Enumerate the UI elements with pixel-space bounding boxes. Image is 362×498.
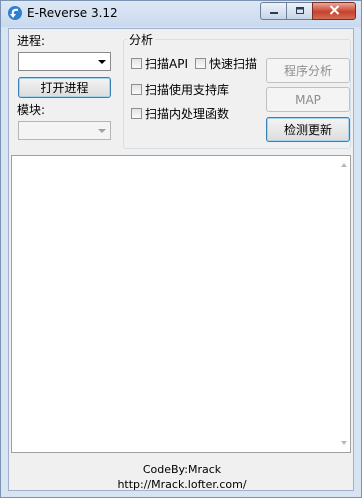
url-text: http://Mrack.lofter.com/ xyxy=(117,478,247,491)
scan-support-lib-label: 扫描使用支持库 xyxy=(145,83,230,97)
module-combo[interactable] xyxy=(18,121,111,140)
quick-scan-checkbox[interactable]: 快速扫描 xyxy=(195,55,257,72)
maximize-icon xyxy=(295,4,305,18)
title-bar[interactable]: E-Reverse 3.12 xyxy=(1,1,361,27)
scroll-up-arrow-icon[interactable] xyxy=(341,163,347,167)
map-button[interactable]: MAP xyxy=(266,87,350,112)
scan-support-lib-checkbox[interactable]: 扫描使用支持库 xyxy=(131,81,229,98)
scan-api-checkbox[interactable]: 扫描API xyxy=(131,55,188,72)
minimize-icon xyxy=(269,4,279,18)
client-area: 进程: 打开进程 模块: 分析 扫描API 快速扫描 扫描使用支持库 扫描内处理 xyxy=(8,28,354,491)
chevron-down-icon xyxy=(98,60,106,64)
checkbox-box[interactable] xyxy=(131,108,142,119)
scroll-down-arrow-icon[interactable] xyxy=(341,441,347,445)
window-title: E-Reverse 3.12 xyxy=(27,6,118,20)
scan-api-label: 扫描API xyxy=(145,57,188,71)
caption-buttons xyxy=(260,2,356,21)
quick-scan-label: 快速扫描 xyxy=(209,57,258,71)
program-analysis-button[interactable]: 程序分析 xyxy=(266,58,350,83)
scan-internal-func-label: 扫描内处理函数 xyxy=(145,107,230,121)
minimize-button[interactable] xyxy=(260,2,286,20)
close-icon xyxy=(329,4,340,18)
analysis-group-title: 分析 xyxy=(127,31,156,48)
checkbox-box[interactable] xyxy=(195,58,206,69)
checkbox-box[interactable] xyxy=(131,58,142,69)
close-button[interactable] xyxy=(312,2,356,20)
scan-internal-func-checkbox[interactable]: 扫描内处理函数 xyxy=(131,105,229,122)
module-label: 模块: xyxy=(17,103,46,117)
main-window: E-Reverse 3.12 进程: 打开进程 模块: 分析 扫描API 快速扫… xyxy=(0,0,362,498)
credit-text: CodeBy:Mrack xyxy=(142,463,222,476)
maximize-button[interactable] xyxy=(286,2,312,20)
output-log[interactable] xyxy=(11,155,351,453)
check-update-button[interactable]: 检测更新 xyxy=(266,117,350,142)
open-process-button[interactable]: 打开进程 xyxy=(18,77,111,98)
process-combo[interactable] xyxy=(18,52,111,71)
app-icon xyxy=(7,5,23,21)
chevron-down-icon xyxy=(98,129,106,133)
checkbox-box[interactable] xyxy=(131,84,142,95)
process-label: 进程: xyxy=(17,34,46,48)
